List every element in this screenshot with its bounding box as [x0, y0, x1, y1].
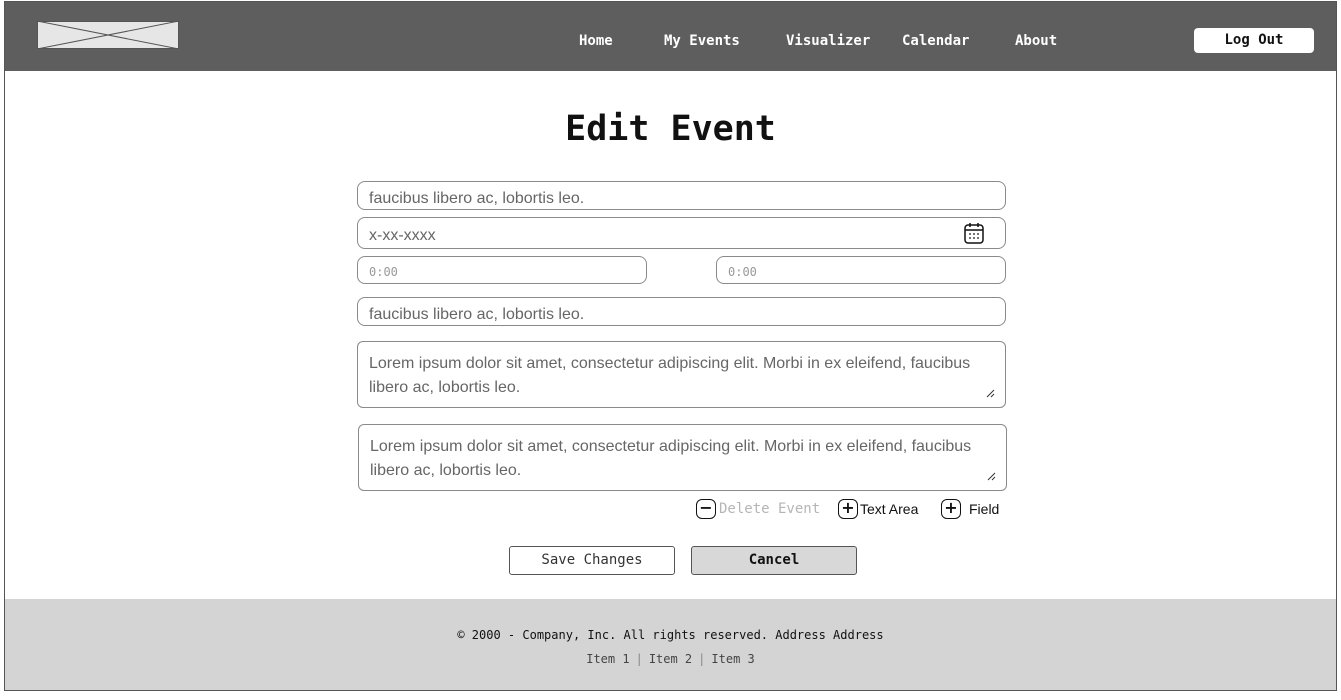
page-title: Edit Event [565, 109, 776, 149]
plus-icon: + [941, 499, 961, 519]
resize-handle-icon[interactable] [987, 472, 996, 481]
footer-link-item-3[interactable]: Item 3 [711, 652, 754, 666]
end-time-input[interactable]: 0:00 [716, 256, 1006, 284]
logout-button[interactable]: Log Out [1194, 28, 1314, 53]
start-time-input[interactable]: 0:00 [357, 256, 647, 284]
description-1-text: Lorem ipsum dolor sit amet, consectetur … [369, 355, 971, 396]
event-name-input[interactable]: faucibus libero ac, lobortis leo. [357, 181, 1006, 210]
delete-event-button[interactable]: − Delete Event [696, 498, 820, 520]
start-time-placeholder: 0:00 [369, 265, 398, 279]
event-location-value: faucibus libero ac, lobortis leo. [369, 306, 585, 323]
event-date-input[interactable]: x-xx-xxxx [357, 217, 1006, 249]
divider: | [698, 652, 706, 666]
add-text-area-label: Text Area [860, 501, 919, 517]
resize-handle-icon[interactable] [986, 389, 995, 398]
delete-event-label: Delete Event [719, 501, 821, 517]
nav-home[interactable]: Home [579, 33, 613, 49]
save-changes-button[interactable]: Save Changes [509, 546, 675, 575]
top-nav-bar: Home My Events Visualizer Calendar About… [5, 2, 1336, 71]
nav-my-events[interactable]: My Events [664, 33, 740, 49]
event-date-placeholder: x-xx-xxxx [369, 227, 436, 244]
event-location-input[interactable]: faucibus libero ac, lobortis leo. [357, 297, 1006, 326]
app-frame: Home My Events Visualizer Calendar About… [4, 1, 1337, 691]
description-textarea-1[interactable]: Lorem ipsum dolor sit amet, consectetur … [357, 341, 1006, 408]
cancel-button[interactable]: Cancel [691, 546, 857, 575]
description-2-text: Lorem ipsum dolor sit amet, consectetur … [370, 438, 972, 479]
nav-about[interactable]: About [1015, 33, 1057, 49]
image-placeholder-icon[interactable] [37, 21, 179, 49]
description-textarea-2[interactable]: Lorem ipsum dolor sit amet, consectetur … [358, 424, 1007, 491]
divider: | [635, 652, 643, 666]
end-time-placeholder: 0:00 [728, 265, 757, 279]
calendar-icon[interactable] [964, 222, 984, 244]
page-footer: © 2000 - Company, Inc. All rights reserv… [5, 599, 1336, 690]
add-field-label: Field [969, 501, 1000, 517]
footer-link-item-1[interactable]: Item 1 [586, 652, 629, 666]
minus-icon: − [696, 499, 716, 519]
event-name-value: faucibus libero ac, lobortis leo. [369, 190, 585, 207]
copyright-text: © 2000 - Company, Inc. All rights reserv… [457, 628, 884, 642]
footer-link-item-2[interactable]: Item 2 [649, 652, 692, 666]
add-text-area-button[interactable]: + Text Area [838, 498, 918, 520]
plus-icon: + [838, 499, 858, 519]
nav-calendar[interactable]: Calendar [902, 33, 969, 49]
footer-links: Item 1 | Item 2 | Item 3 [5, 652, 1336, 666]
nav-visualizer[interactable]: Visualizer [786, 33, 870, 49]
add-field-button[interactable]: + Field [941, 498, 999, 520]
